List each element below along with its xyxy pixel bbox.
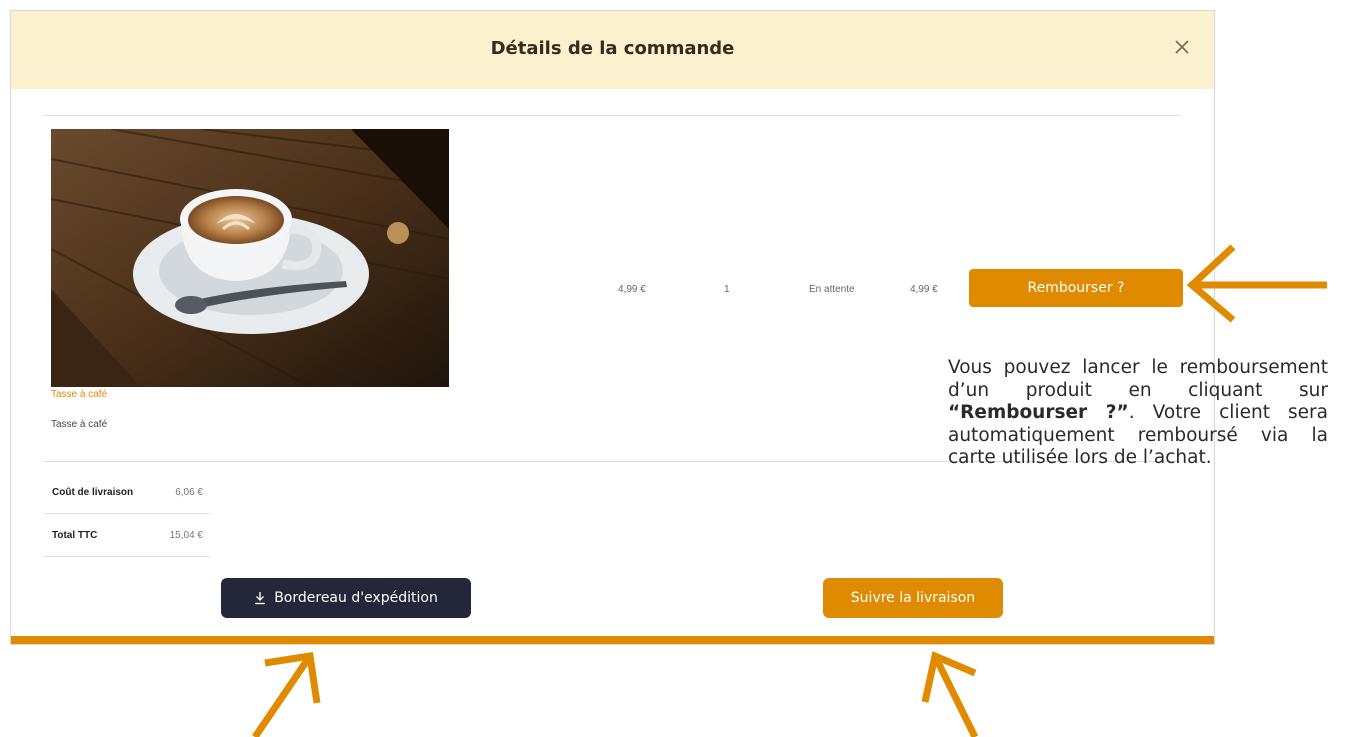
summary-label: Total TTC (52, 529, 98, 541)
refund-button[interactable]: Rembourser ? (969, 269, 1183, 307)
shipping-label-button-label: Bordereau d'expédition (274, 590, 438, 606)
download-icon (255, 592, 266, 605)
annotation-text: Vous pouvez lancer le remboursement d’un… (948, 357, 1328, 401)
summary-value: 6,06 € (175, 486, 203, 498)
coffee-cup-image (51, 129, 449, 387)
close-icon[interactable] (1172, 37, 1192, 57)
line-total: 4,99 € (910, 284, 938, 295)
track-delivery-button[interactable]: Suivre la livraison (823, 578, 1003, 618)
modal-title: Détails de la commande (490, 38, 735, 59)
modal-bottom-bar (11, 636, 1214, 644)
order-details-modal: Détails de la commande Tasse à café Tass… (10, 10, 1215, 645)
shipping-label-button[interactable]: Bordereau d'expédition (221, 578, 471, 618)
divider (44, 115, 1180, 116)
annotation-note: Vous pouvez lancer le remboursement d’un… (948, 357, 1328, 470)
summary-value: 15,04 € (169, 529, 203, 541)
summary-row-total: Total TTC 15,04 € (44, 514, 211, 557)
product-name: Tasse à café (51, 419, 108, 430)
summary-row-shipping: Coût de livraison 6,06 € (44, 471, 211, 514)
annotation-bold: “Rembourser ?” (948, 402, 1129, 423)
summary-label: Coût de livraison (52, 486, 134, 498)
product-link[interactable]: Tasse à café (51, 389, 107, 400)
status: En attente (809, 284, 855, 295)
quantity: 1 (724, 284, 730, 295)
page: Détails de la commande Tasse à café Tass… (0, 0, 1358, 737)
arrow-up-icon (252, 652, 321, 737)
arrow-up-icon (921, 651, 979, 737)
unit-price: 4,99 € (618, 284, 646, 295)
order-summary: Coût de livraison 6,06 € Total TTC 15,04… (44, 471, 211, 557)
modal-header: Détails de la commande (11, 11, 1214, 89)
